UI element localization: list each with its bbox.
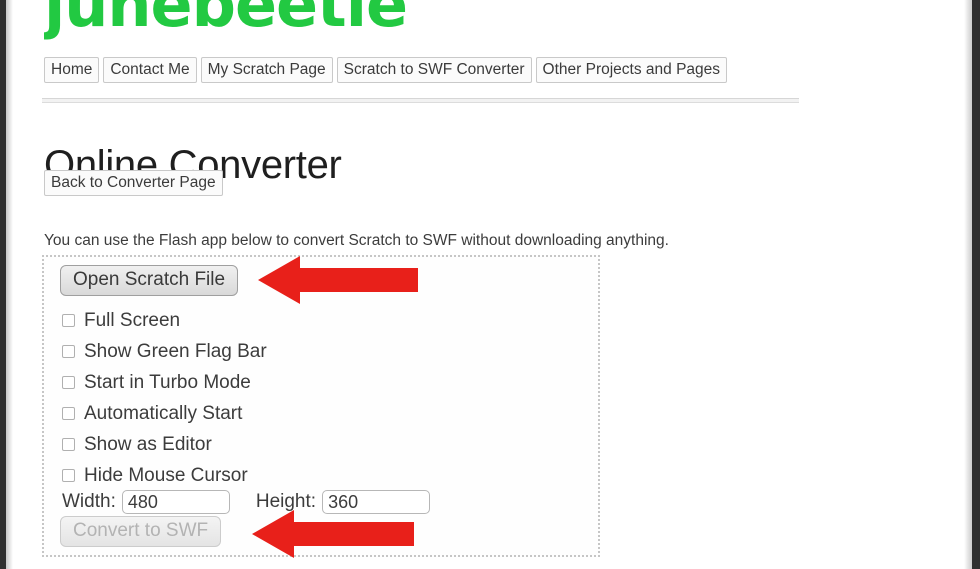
- option-label: Hide Mouse Cursor: [84, 464, 248, 486]
- horizontal-divider: [42, 98, 799, 103]
- option-label: Automatically Start: [84, 402, 243, 424]
- checkbox-automatically-start[interactable]: [62, 407, 75, 420]
- nav-item-contact-me[interactable]: Contact Me: [103, 57, 197, 83]
- dimensions-row: Width: Height:: [62, 489, 431, 515]
- option-hide-mouse-cursor[interactable]: Hide Mouse Cursor: [62, 460, 267, 491]
- options-list: Full Screen Show Green Flag Bar Start in…: [62, 305, 267, 491]
- checkbox-full-screen[interactable]: [62, 314, 75, 327]
- option-label: Show as Editor: [84, 433, 212, 455]
- checkbox-hide-mouse-cursor[interactable]: [62, 469, 75, 482]
- option-full-screen[interactable]: Full Screen: [62, 305, 267, 336]
- nav-item-scratch-to-swf-converter[interactable]: Scratch to SWF Converter: [336, 57, 532, 83]
- option-label: Show Green Flag Bar: [84, 340, 267, 362]
- back-to-converter-page-button[interactable]: Back to Converter Page: [44, 170, 223, 196]
- convert-to-swf-button[interactable]: Convert to SWF: [60, 516, 222, 547]
- web-page: junebeetle Home Contact Me My Scratch Pa…: [6, 0, 972, 569]
- option-start-in-turbo-mode[interactable]: Start in Turbo Mode: [62, 367, 267, 398]
- screenshot-frame: junebeetle Home Contact Me My Scratch Pa…: [0, 0, 980, 569]
- checkbox-start-in-turbo-mode[interactable]: [62, 376, 75, 389]
- site-navigation: Home Contact Me My Scratch Page Scratch …: [44, 57, 728, 83]
- site-logo-text: junebeetle: [44, 0, 407, 41]
- nav-item-other-projects-and-pages[interactable]: Other Projects and Pages: [535, 57, 728, 83]
- width-input[interactable]: [121, 490, 230, 514]
- height-label: Height:: [255, 491, 317, 512]
- checkbox-show-as-editor[interactable]: [62, 438, 75, 451]
- nav-item-my-scratch-page[interactable]: My Scratch Page: [200, 57, 333, 83]
- nav-item-home[interactable]: Home: [44, 57, 100, 83]
- option-label: Start in Turbo Mode: [84, 371, 251, 393]
- option-label: Full Screen: [84, 309, 181, 331]
- option-automatically-start[interactable]: Automatically Start: [62, 398, 267, 429]
- option-show-as-editor[interactable]: Show as Editor: [62, 429, 267, 460]
- open-scratch-file-button[interactable]: Open Scratch File: [60, 265, 239, 296]
- option-show-green-flag-bar[interactable]: Show Green Flag Bar: [62, 336, 267, 367]
- flash-app-panel: Open Scratch File Full Screen Show Green…: [42, 255, 600, 557]
- intro-text: You can use the Flash app below to conve…: [44, 231, 669, 249]
- site-logo[interactable]: junebeetle: [44, 0, 407, 44]
- height-input[interactable]: [322, 490, 431, 514]
- checkbox-show-green-flag-bar[interactable]: [62, 345, 75, 358]
- width-label: Width:: [62, 491, 116, 512]
